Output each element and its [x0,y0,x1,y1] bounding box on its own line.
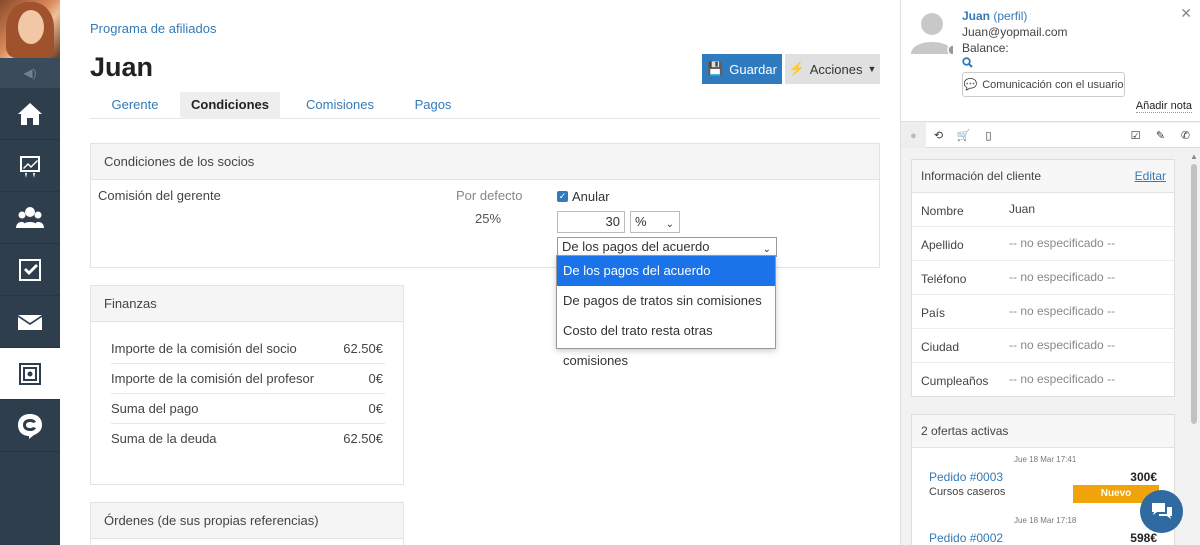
user-avatar[interactable] [0,0,60,58]
sidebar-item-chat[interactable] [0,400,60,452]
info-row: Cumpleaños -- no especificado -- [921,372,1116,388]
tab-comisiones[interactable]: Comisiones [280,92,400,119]
sidebar-item-home[interactable] [0,88,60,140]
sidebar-item-users[interactable] [0,192,60,244]
finance-row: Suma de la deuda 62.50€ [111,431,383,446]
edit-link[interactable]: Editar [1135,160,1166,193]
close-icon[interactable]: ✕ [1180,5,1192,22]
comment-icon: 💬 [963,79,978,91]
volume-icon[interactable]: ◀) [0,58,60,88]
chevron-down-icon: ⌄ [665,219,674,230]
override-checkbox[interactable]: ✓ Anular [557,189,610,204]
c-logo-icon [18,413,42,439]
default-label: Por defecto [456,188,523,203]
offer-date: Jue 18 Mar 17:18 [1014,516,1077,525]
actions-button[interactable]: ⚡ Acciones ▼ [785,54,880,84]
sidebar-item-stats[interactable] [0,140,60,192]
add-note-link[interactable]: Añadir nota [1135,100,1192,113]
tab-gerente[interactable]: Gerente [90,92,180,119]
user-icon[interactable]: ● [901,123,926,148]
customer-tabs: ● ⟲ 🛒 ▯ ☑ ✎ ✆ [901,123,1200,148]
offer-number[interactable]: Pedido #0002 [929,531,1003,545]
scrollbar-thumb[interactable] [1191,164,1197,424]
cart-icon[interactable]: 🛒 [951,123,976,148]
task-icon[interactable]: ☑ [1123,123,1148,148]
info-row: País -- no especificado -- [912,295,1174,329]
history-icon[interactable]: ⟲ [926,123,951,148]
sidebar-item-tasks[interactable] [0,244,60,296]
finance-row: Importe de la comisión del profesor 0€ [111,364,385,394]
default-value: 25% [475,211,502,226]
info-row: Ciudad -- no especificado -- [912,329,1174,363]
balance-label: Balance: [962,41,1009,55]
offer-product: Cursos caseros [929,486,1006,498]
panel-header: Órdenes (de sus propias referencias) [91,503,403,539]
check-icon: ✓ [557,191,568,202]
page-title: Juan [90,52,154,82]
chat-bubbles-icon [1151,502,1172,519]
commission-source-select[interactable]: De los pagos del acuerdo ⌄ [557,237,777,257]
chat-button[interactable] [1140,490,1183,533]
commission-unit-select[interactable]: % ⌄ [630,211,680,233]
info-row: Teléfono -- no especificado -- [912,261,1174,295]
users-icon [16,206,44,228]
info-row: Apellido -- no especificado -- [912,227,1174,261]
manager-commission-label: Comisión del gerente [98,188,221,203]
card-header: Información del cliente Editar [912,160,1174,193]
scrollbar[interactable]: ▲ [1189,152,1199,545]
client-info-card: Información del cliente Editar Nombre Ju… [911,159,1175,397]
offers-card: 2 ofertas activas Jue 18 Mar 17:41 Pedid… [911,414,1175,545]
commission-source-dropdown: De los pagos del acuerdo De pagos de tra… [556,255,776,368]
card-header: 2 ofertas activas [912,415,1174,448]
info-row: Nombre Juan [912,193,1174,227]
mobile-icon[interactable]: ▯ [976,123,1001,148]
sidebar-item-mail[interactable] [0,296,60,348]
save-button[interactable]: 💾 Guardar [702,54,782,84]
tab-bar: Gerente Condiciones Comisiones Pagos [90,92,880,119]
offer-price: 598€ [1130,531,1157,545]
chart-icon [20,155,40,178]
sidebar-item-safe[interactable] [0,348,60,400]
commission-amount-input[interactable]: 30 [557,211,625,233]
bolt-icon: ⚡ [788,61,805,76]
search-icon[interactable] [962,57,973,71]
caret-down-icon: ▼ [867,64,877,74]
panel-header: Finanzas [91,286,403,322]
user-placeholder-icon [911,13,953,54]
phone-icon[interactable]: ✆ [1173,123,1198,148]
finances-panel: Finanzas Importe de la comisión del soci… [90,285,404,485]
tab-pagos[interactable]: Pagos [400,92,466,119]
offer-number[interactable]: Pedido #0003 [929,470,1003,484]
sidebar: ◀) [0,0,60,545]
customer-header: ✕ Juan (perfil) Juan@yopmail.com Balance… [901,0,1200,122]
customer-email: Juan@yopmail.com [962,25,1068,39]
mail-icon [18,314,42,330]
customer-panel: ✕ Juan (perfil) Juan@yopmail.com Balance… [900,0,1200,545]
dropdown-option[interactable]: Costo del trato resta otras comisiones [557,316,775,368]
finance-row: Suma del pago 0€ [111,394,385,424]
floppy-icon: 💾 [707,61,724,76]
dropdown-option[interactable]: De los pagos del acuerdo [557,256,775,286]
finance-row: Importe de la comisión del socio 62.50€ [111,334,385,364]
offer-price: 300€ [1130,470,1157,484]
customer-name: Juan (perfil) [962,9,1028,23]
breadcrumb[interactable]: Programa de afiliados [90,21,216,36]
safe-icon [19,362,41,385]
offer-date: Jue 18 Mar 17:41 [1014,455,1077,464]
profile-link[interactable]: (perfil) [993,9,1027,23]
communication-button[interactable]: 💬 Comunicación con el usuario [962,72,1125,97]
orders-panel: Órdenes (de sus propias referencias) [90,502,404,545]
dropdown-option[interactable]: De pagos de tratos sin comisiones [557,286,775,316]
home-icon [18,102,42,125]
scroll-up-icon[interactable]: ▲ [1190,152,1198,161]
panel-header: Condiciones de los socios [91,144,879,180]
conditions-panel: Condiciones de los socios Comisión del g… [90,143,880,268]
tab-condiciones[interactable]: Condiciones [180,92,280,119]
pencil-icon[interactable]: ✎ [1148,123,1173,148]
checkbox-icon [19,258,41,281]
